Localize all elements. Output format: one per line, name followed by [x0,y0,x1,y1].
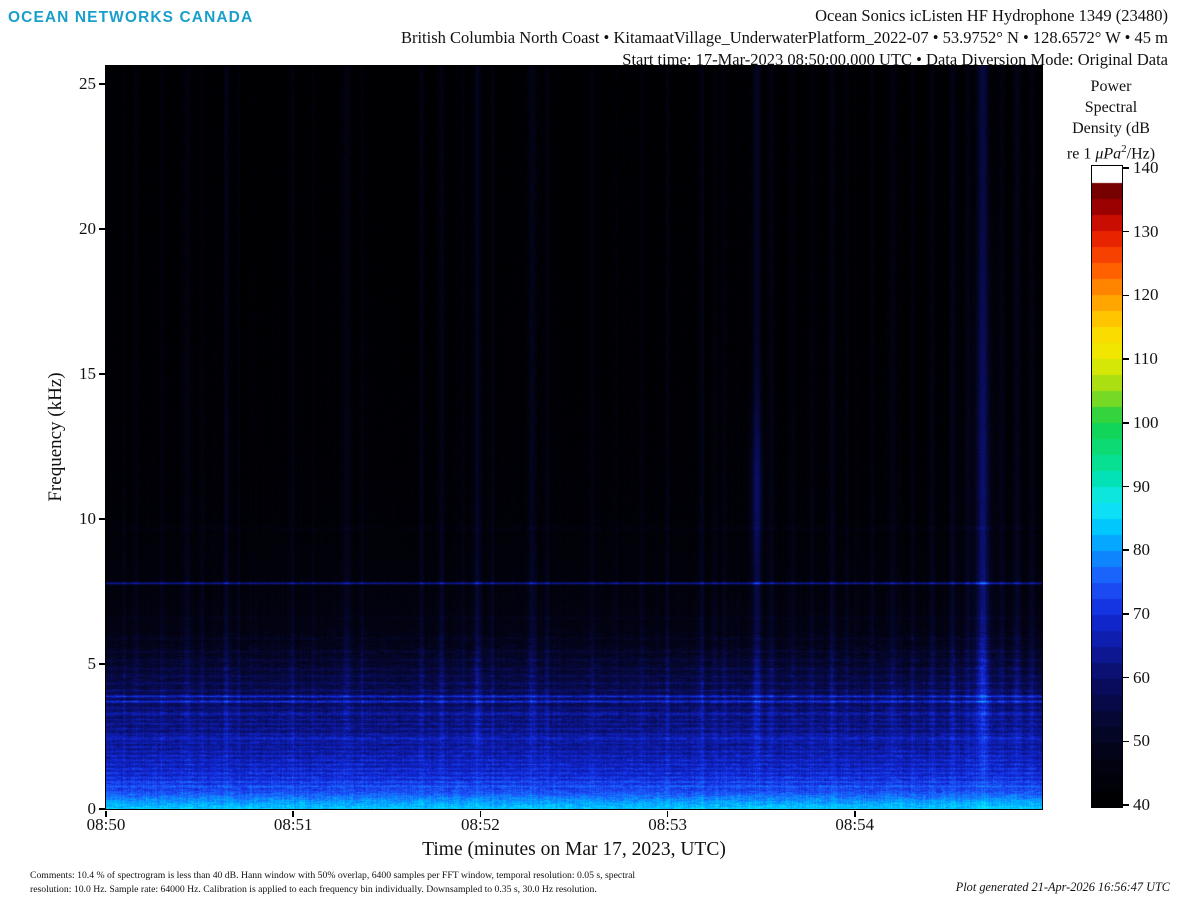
colorbar-tick-mark [1123,486,1129,488]
colorbar-tick-mark [1123,295,1129,297]
figure-comments: Comments: 10.4 % of spectrogram is less … [30,869,635,897]
colorbar-tick-label: 70 [1133,604,1150,624]
y-tick-mark [99,373,106,375]
colorbar-tick-mark [1123,231,1129,233]
y-tick-mark [99,83,106,85]
colorbar-tick-mark [1123,358,1129,360]
onc-logo: OCEAN NETWORKS CANADA [8,9,253,27]
y-tick-mark [99,228,106,230]
plot-generated-timestamp: Plot generated 21-Apr-2026 16:56:47 UTC [956,880,1170,895]
y-tick-mark [99,808,106,810]
x-tick-label: 08:51 [274,815,313,835]
colorbar-tick-label: 130 [1133,222,1159,242]
colorbar-tick-label: 90 [1133,477,1150,497]
colorbar-tick-mark [1123,167,1129,169]
colorbar-title-line1: Power [1045,76,1177,97]
spectrogram-plot-area [105,65,1043,810]
colorbar-tick-label: 40 [1133,795,1150,815]
colorbar-title-line2: Spectral [1045,97,1177,118]
y-tick-mark [99,518,106,520]
x-axis-label: Time (minutes on Mar 17, 2023, UTC) [422,839,726,861]
colorbar [1091,165,1123,808]
x-tick-label: 08:52 [461,815,500,835]
colorbar-tick-mark [1123,549,1129,551]
y-tick-label: 25 [58,74,96,94]
colorbar-canvas [1092,166,1122,807]
title-line-instrument: Ocean Sonics icListen HF Hydrophone 1349… [401,5,1168,27]
y-tick-label: 0 [58,799,96,819]
comments-line2: resolution: 10.0 Hz. Sample rate: 64000 … [30,883,635,897]
title-line-location: British Columbia North Coast • KitamaatV… [401,27,1168,49]
colorbar-tick-label: 100 [1133,413,1159,433]
colorbar-tick-mark [1123,741,1129,743]
figure-titles: Ocean Sonics icListen HF Hydrophone 1349… [401,5,1168,71]
y-tick-label: 5 [58,654,96,674]
colorbar-tick-label: 80 [1133,540,1150,560]
x-tick-label: 08:54 [835,815,874,835]
colorbar-tick-label: 110 [1133,349,1158,369]
colorbar-title-line4: re 1 μPa2/Hz) [1045,139,1177,164]
colorbar-tick-label: 60 [1133,668,1150,688]
y-tick-label: 15 [58,364,96,384]
colorbar-tick-mark [1123,677,1129,679]
comments-line1: Comments: 10.4 % of spectrogram is less … [30,869,635,883]
y-tick-mark [99,663,106,665]
colorbar-tick-label: 50 [1133,731,1150,751]
colorbar-tick-mark [1123,613,1129,615]
colorbar-tick-label: 120 [1133,285,1159,305]
colorbar-tick-mark [1123,422,1129,424]
colorbar-unit-prefix: re 1 [1067,145,1095,162]
x-tick-label: 08:53 [648,815,687,835]
colorbar-title-line3: Density (dB [1045,118,1177,139]
spectrogram-figure: OCEAN NETWORKS CANADA Ocean Sonics icLis… [0,0,1200,900]
colorbar-tick-mark [1123,804,1129,806]
colorbar-unit: μPa [1095,145,1121,162]
y-axis-label: Frequency (kHz) [45,372,67,501]
spectrogram-canvas [106,66,1042,809]
y-tick-label: 10 [58,509,96,529]
y-tick-label: 20 [58,219,96,239]
colorbar-unit-suffix: /Hz) [1127,145,1155,162]
colorbar-title: Power Spectral Density (dB re 1 μPa2/Hz) [1045,76,1177,164]
